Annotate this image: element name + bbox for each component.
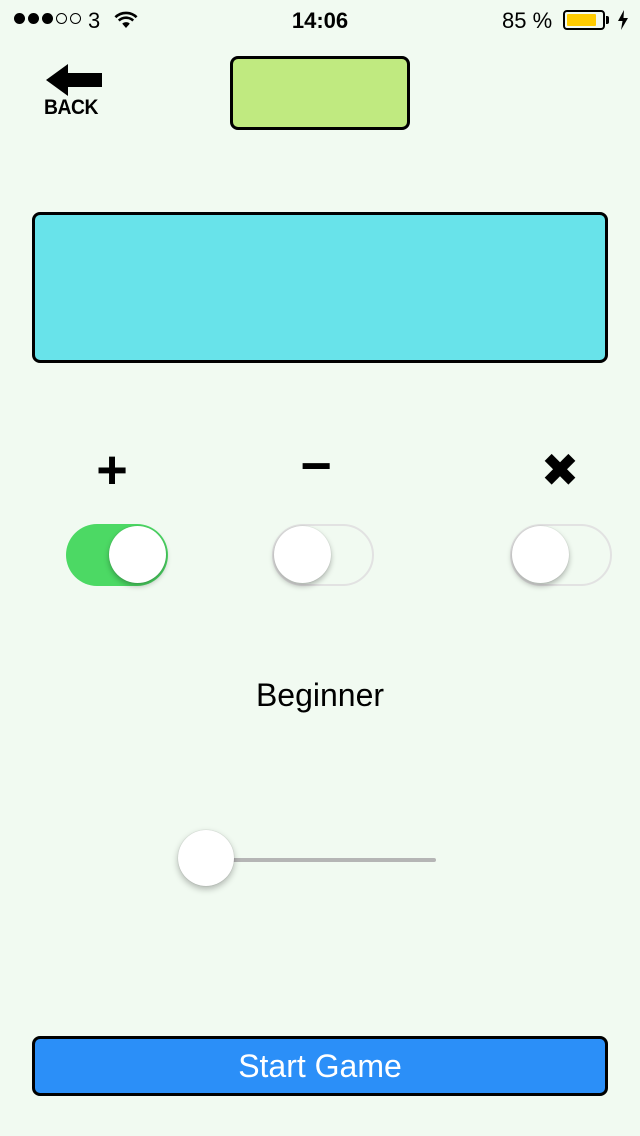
slider-thumb[interactable] — [178, 830, 234, 886]
start-game-button[interactable]: Start Game — [32, 1036, 608, 1096]
question-display — [32, 212, 608, 363]
slider-track — [206, 858, 436, 862]
score-box — [230, 56, 410, 130]
times-operator-label: ✖ — [540, 444, 580, 496]
battery-tip — [606, 16, 609, 24]
plus-operator-label: + — [96, 440, 128, 500]
status-bar: 3 14:06 85 % — [0, 0, 640, 40]
minus-toggle[interactable] — [272, 524, 374, 586]
minus-operator-label: − — [300, 436, 332, 496]
toggle-knob — [274, 526, 331, 583]
back-label: BACK — [44, 96, 98, 119]
battery-level — [567, 14, 596, 26]
charging-bolt-icon — [618, 10, 628, 30]
toggle-knob — [109, 526, 166, 583]
battery-icon — [563, 10, 605, 30]
times-toggle[interactable] — [510, 524, 612, 586]
difficulty-slider[interactable] — [178, 830, 436, 890]
battery-percent: 85 % — [502, 8, 553, 33]
back-button[interactable]: BACK — [40, 64, 110, 124]
difficulty-label: Beginner — [255, 677, 385, 713]
plus-toggle[interactable] — [66, 524, 168, 586]
back-arrow-icon — [46, 64, 102, 96]
toggle-knob — [512, 526, 569, 583]
